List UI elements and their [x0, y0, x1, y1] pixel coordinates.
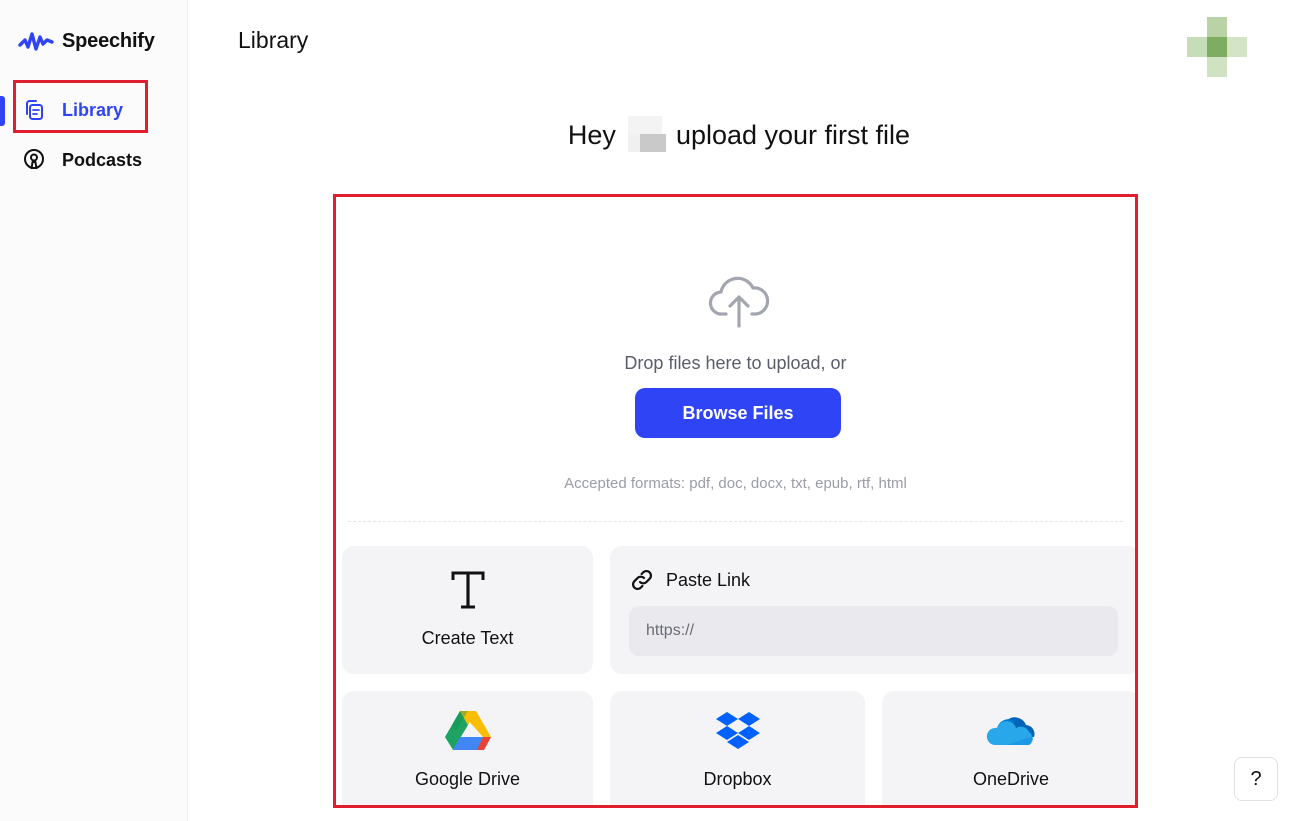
text-icon — [451, 571, 484, 609]
onedrive-label: OneDrive — [972, 769, 1050, 789]
dropbox-label: Dropbox — [703, 769, 772, 789]
app-name: Speechify — [62, 29, 155, 52]
greeting-prefix: Hey — [567, 119, 616, 150]
create-text-button[interactable]: Create Text — [342, 546, 593, 674]
paste-link-input[interactable] — [629, 606, 1118, 656]
link-icon — [631, 569, 653, 591]
divider — [348, 521, 1123, 522]
google-drive-label: Google Drive — [414, 769, 521, 789]
google-drive-button[interactable]: Google Drive — [342, 691, 593, 805]
dropbox-button[interactable]: Dropbox — [610, 691, 865, 805]
browse-files-button[interactable]: Browse Files — [635, 388, 841, 438]
paste-link-header: Paste Link — [630, 568, 750, 592]
speechify-logo-icon — [18, 32, 54, 51]
google-drive-icon — [444, 711, 491, 750]
page-title: Library — [238, 27, 309, 53]
cloud-upload-icon — [708, 276, 770, 328]
create-text-label: Create Text — [421, 628, 514, 648]
paste-link-label: Paste Link — [666, 569, 751, 590]
drop-files-text: Drop files here to upload, or — [624, 353, 847, 373]
upload-dropzone[interactable]: Drop files here to upload, or Browse Fil… — [333, 194, 1138, 808]
redacted-username — [624, 116, 668, 154]
greeting: Hey upload your first file — [0, 116, 1298, 154]
onedrive-icon — [986, 717, 1035, 745]
greeting-suffix: upload your first file — [675, 119, 911, 150]
paste-link-panel: Paste Link — [610, 546, 1135, 674]
help-button[interactable]: ? — [1234, 757, 1278, 801]
accepted-formats-text: Accepted formats: pdf, doc, docx, txt, e… — [564, 475, 907, 492]
dropbox-icon — [715, 712, 760, 749]
onedrive-button[interactable]: OneDrive — [882, 691, 1135, 805]
speechify-logo[interactable]: Speechify — [18, 28, 155, 54]
avatar[interactable] — [1187, 17, 1247, 77]
